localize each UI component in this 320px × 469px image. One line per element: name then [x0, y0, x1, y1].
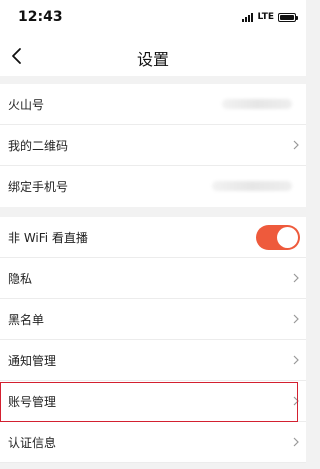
- row-label: 隐私: [8, 272, 33, 286]
- status-bar: 12:43 LTE: [0, 0, 306, 36]
- row-label: 通知管理: [8, 354, 57, 368]
- row-privacy[interactable]: 隐私: [0, 258, 306, 299]
- status-time: 12:43: [18, 9, 63, 25]
- row-bind-phone[interactable]: 绑定手机号: [0, 166, 306, 207]
- row-account-management[interactable]: 账号管理: [0, 381, 306, 422]
- account-group: 火山号 我的二维码 绑定手机号: [0, 84, 306, 207]
- masked-value: [212, 181, 292, 191]
- status-icons: LTE: [242, 12, 298, 22]
- toggle-knob: [277, 227, 298, 248]
- row-qr-code[interactable]: 我的二维码: [0, 125, 306, 166]
- chevron-right-icon: [293, 314, 299, 324]
- page-title: 设置: [136, 50, 169, 69]
- chevron-right-icon: [293, 273, 299, 283]
- row-label: 黑名单: [8, 313, 45, 327]
- row-label: 非 WiFi 看直播: [8, 231, 88, 245]
- network-type: LTE: [257, 12, 274, 22]
- preferences-group: 非 WiFi 看直播 隐私 黑名单 通知管理 账号管理 认证信息: [0, 217, 306, 463]
- row-blacklist[interactable]: 黑名单: [0, 299, 306, 340]
- row-verification-info[interactable]: 认证信息: [0, 422, 306, 463]
- section-divider: [0, 76, 306, 84]
- chevron-right-icon: [293, 396, 299, 406]
- row-label: 认证信息: [8, 436, 57, 450]
- non-wifi-live-toggle[interactable]: [256, 225, 300, 250]
- row-huoshan-id[interactable]: 火山号: [0, 84, 306, 125]
- section-divider: [0, 207, 306, 217]
- chevron-right-icon: [293, 140, 299, 150]
- chevron-right-icon: [293, 437, 299, 447]
- chevron-right-icon: [293, 355, 299, 365]
- nav-bar: 设置: [0, 36, 306, 76]
- row-notification-settings[interactable]: 通知管理: [0, 340, 306, 381]
- battery-icon: [278, 12, 298, 22]
- row-label: 账号管理: [8, 395, 57, 409]
- row-label: 绑定手机号: [8, 180, 69, 194]
- signal-icon: [242, 12, 254, 22]
- masked-value: [222, 99, 292, 109]
- row-non-wifi-live: 非 WiFi 看直播: [0, 217, 306, 258]
- row-label: 我的二维码: [8, 139, 69, 153]
- row-label: 火山号: [8, 98, 45, 112]
